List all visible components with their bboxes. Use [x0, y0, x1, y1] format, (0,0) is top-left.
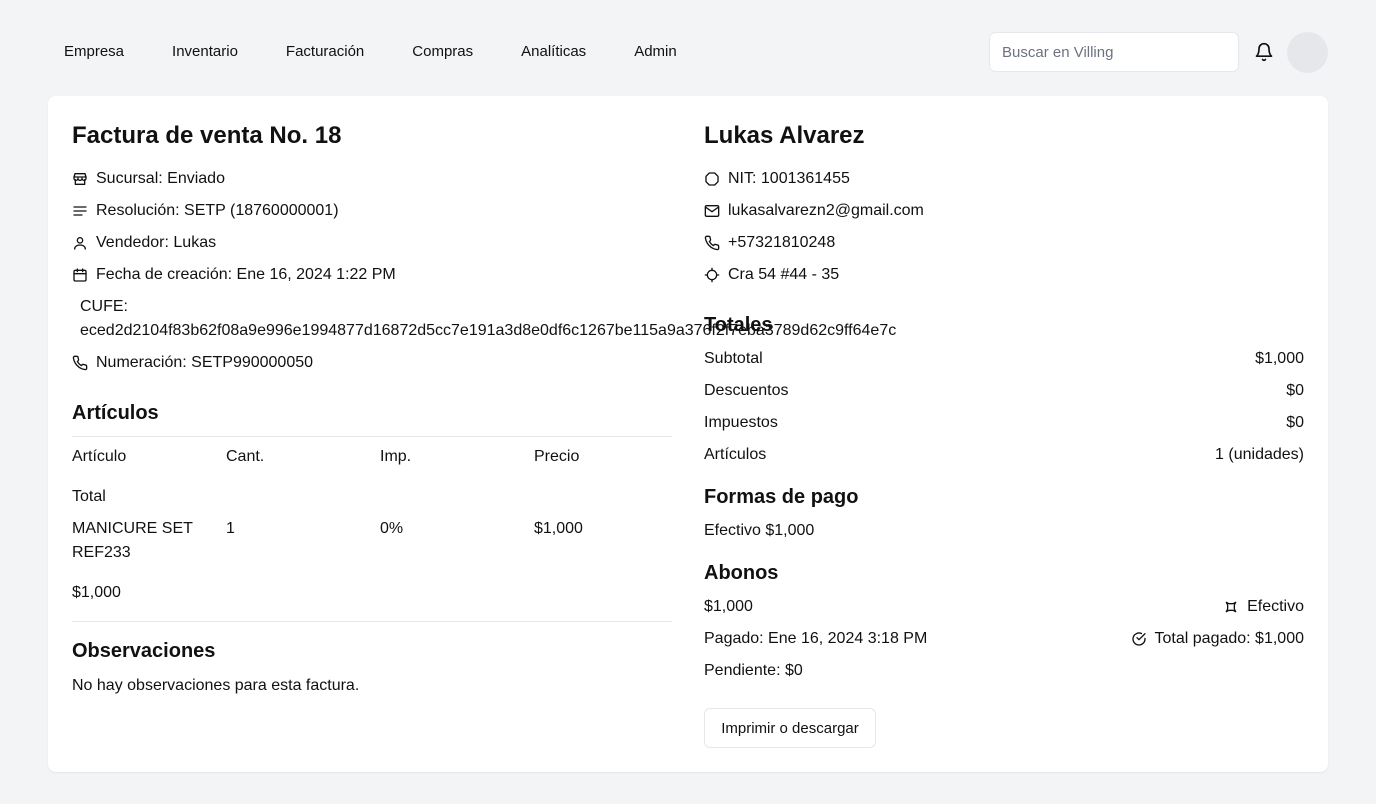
resolucion-text: Resolución: SETP (18760000001) [96, 202, 339, 219]
id-badge-icon [705, 172, 719, 186]
total-pagado-text: Total pagado: $1,000 [1154, 630, 1304, 647]
main-nav: Empresa Inventario Facturación Compras A… [64, 43, 677, 60]
invoice-card: Factura de venta No. 18 Sucursal: Enviad… [48, 96, 1328, 772]
col-total: Total [72, 488, 106, 505]
item-name-line1: MANICURE SET [72, 520, 193, 537]
sucursal-text: Sucursal: Enviado [96, 170, 225, 187]
observaciones-text: No hay observaciones para esta factura. [72, 677, 360, 694]
cufe-label: CUFE: [80, 298, 128, 315]
nav-facturacion[interactable]: Facturación [286, 43, 364, 60]
item-qty: 1 [226, 520, 235, 537]
phone-icon [72, 355, 88, 371]
text-lines-icon [73, 206, 87, 216]
mail-icon [704, 205, 720, 217]
calendar-icon [73, 268, 87, 282]
descuentos-label: Descuentos [704, 382, 789, 399]
address-row: Cra 54 #44 - 35 [704, 266, 839, 284]
articulos-count-value: 1 (unidades) [1215, 446, 1304, 463]
store-icon [73, 173, 87, 185]
item-tax: 0% [380, 520, 404, 537]
col-imp: Imp. [380, 448, 412, 465]
nav-empresa[interactable]: Empresa [64, 43, 124, 60]
abono-method: Efectivo [1247, 598, 1304, 615]
phone-row: +57321810248 [704, 234, 835, 252]
sucursal-row: Sucursal: Enviado [72, 170, 225, 188]
cufe-value: eced2d2104f83b62f08a9e996e1994877d16872d… [80, 322, 897, 339]
user-icon [74, 237, 86, 250]
col-cant: Cant. [226, 448, 265, 465]
item-price: $1,000 [534, 520, 583, 537]
check-circle-icon [1131, 632, 1146, 646]
email-text: lukasalvarezn2@gmail.com [728, 202, 924, 219]
vendedor-row: Vendedor: Lukas [72, 234, 216, 252]
client-name: Lukas Alvarez [704, 122, 865, 149]
total-pagado-row: Total pagado: $1,000 [1131, 630, 1304, 648]
articulos-heading: Artículos [72, 402, 159, 424]
observaciones-heading: Observaciones [72, 640, 216, 662]
bell-icon[interactable] [1254, 42, 1274, 62]
pendiente-text: Pendiente: $0 [704, 662, 803, 679]
pagado-text: Pagado: Ene 16, 2024 3:18 PM [704, 630, 928, 647]
resolucion-row: Resolución: SETP (18760000001) [72, 202, 339, 220]
phone-icon [704, 235, 720, 251]
subtotal-label: Subtotal [704, 350, 763, 367]
top-bar: Empresa Inventario Facturación Compras A… [0, 0, 1376, 96]
formas-pago-heading: Formas de pago [704, 486, 859, 508]
divider [72, 436, 672, 437]
avatar[interactable] [1287, 32, 1328, 73]
subtotal-value: $1,000 [1255, 350, 1304, 367]
abono-method-row: Efectivo [1223, 598, 1304, 616]
cash-icon [1225, 601, 1237, 613]
phone-text: +57321810248 [728, 234, 836, 251]
abonos-heading: Abonos [704, 562, 779, 584]
vendedor-text: Vendedor: Lukas [96, 234, 217, 251]
nav-inventario[interactable]: Inventario [172, 43, 238, 60]
address-text: Cra 54 #44 - 35 [728, 266, 840, 283]
nit-row: NIT: 1001361455 [704, 170, 850, 188]
nav-analiticas[interactable]: Analíticas [521, 43, 586, 60]
print-download-button[interactable]: Imprimir o descargar [704, 708, 876, 748]
abono-amount: $1,000 [704, 598, 753, 615]
col-articulo: Artículo [72, 448, 127, 465]
email-row: lukasalvarezn2@gmail.com [704, 202, 924, 220]
col-precio: Precio [534, 448, 580, 465]
articulos-count-label: Artículos [704, 446, 767, 463]
nav-admin[interactable]: Admin [634, 43, 677, 60]
numeracion-row: Numeración: SETP990000050 [72, 354, 313, 372]
invoice-title: Factura de venta No. 18 [72, 122, 342, 149]
formas-pago-text: Efectivo $1,000 [704, 522, 815, 539]
nav-compras[interactable]: Compras [412, 43, 473, 60]
item-name-line2: REF233 [72, 544, 131, 561]
divider [72, 621, 672, 622]
item-total: $1,000 [72, 584, 121, 601]
search-input[interactable] [989, 32, 1239, 72]
impuestos-label: Impuestos [704, 414, 778, 431]
totales-heading: Totales [704, 314, 773, 336]
crosshair-icon [704, 267, 720, 283]
impuestos-value: $0 [1286, 414, 1304, 431]
nit-text: NIT: 1001361455 [728, 170, 850, 187]
descuentos-value: $0 [1286, 382, 1304, 399]
numeracion-text: Numeración: SETP990000050 [96, 354, 314, 371]
fecha-text: Fecha de creación: Ene 16, 2024 1:22 PM [96, 266, 396, 283]
fecha-row: Fecha de creación: Ene 16, 2024 1:22 PM [72, 266, 396, 284]
